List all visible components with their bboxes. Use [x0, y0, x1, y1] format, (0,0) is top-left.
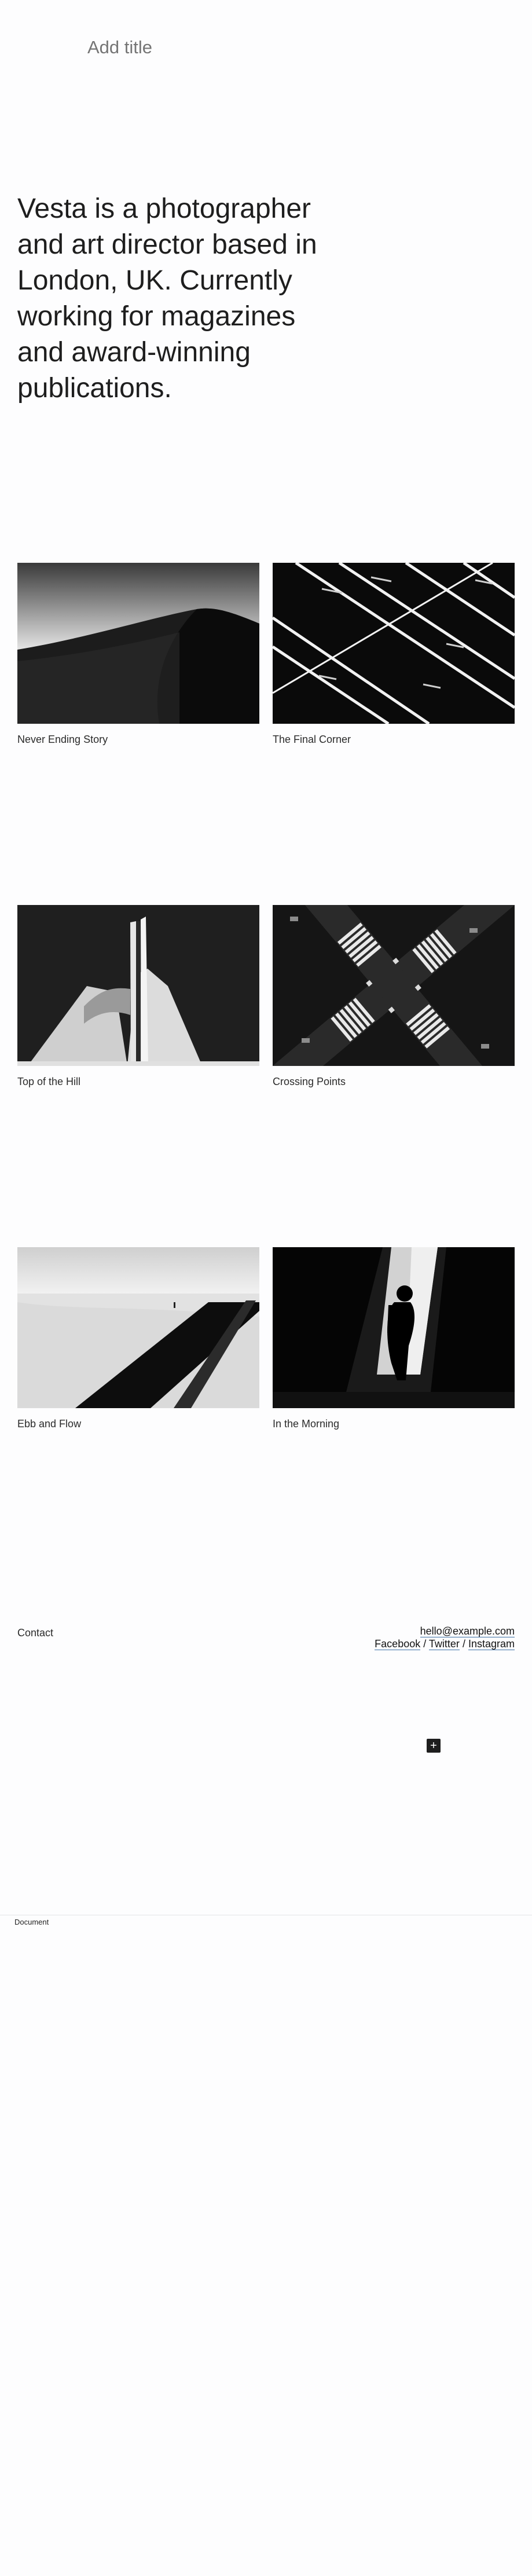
gallery-item[interactable]: In the Morning — [273, 1247, 515, 1430]
gallery-item[interactable]: Crossing Points — [273, 905, 515, 1088]
gallery-caption: Never Ending Story — [17, 734, 108, 745]
facebook-link[interactable]: Facebook — [375, 1638, 421, 1650]
gallery-item[interactable]: The Final Corner — [273, 563, 515, 746]
gallery-caption: In the Morning — [273, 1418, 340, 1430]
crosswalk-photo[interactable] — [273, 905, 515, 1066]
post-title-input[interactable]: Add title — [87, 37, 152, 58]
gallery-caption: Top of the Hill — [17, 1076, 81, 1087]
block-breadcrumb[interactable]: Document — [14, 1918, 49, 1926]
intro-paragraph[interactable]: Vesta is a photographer and art director… — [17, 191, 342, 406]
gallery-caption: The Final Corner — [273, 734, 351, 745]
dune-photo[interactable] — [17, 563, 259, 724]
instagram-link[interactable]: Instagram — [468, 1638, 515, 1650]
contact-label: Contact — [17, 1627, 54, 1639]
contact-links: hello@example.com Facebook / Twitter / I… — [375, 1625, 515, 1650]
gallery-item[interactable]: Never Ending Story — [17, 563, 259, 746]
link-separator: / — [459, 1638, 468, 1650]
monument-photo[interactable] — [17, 905, 259, 1066]
email-link[interactable]: hello@example.com — [420, 1625, 515, 1637]
add-block-button[interactable]: + — [427, 1739, 441, 1753]
link-separator: / — [420, 1638, 429, 1650]
gallery-caption: Crossing Points — [273, 1076, 346, 1087]
lines-photo[interactable] — [273, 563, 515, 724]
gallery-caption: Ebb and Flow — [17, 1418, 82, 1430]
beach-photo[interactable] — [17, 1247, 259, 1408]
plus-icon: + — [430, 1739, 437, 1752]
twitter-link[interactable]: Twitter — [428, 1638, 460, 1650]
silhouette-photo[interactable] — [273, 1247, 515, 1408]
gallery-item[interactable]: Ebb and Flow — [17, 1247, 259, 1430]
gallery-item[interactable]: Top of the Hill — [17, 905, 259, 1088]
